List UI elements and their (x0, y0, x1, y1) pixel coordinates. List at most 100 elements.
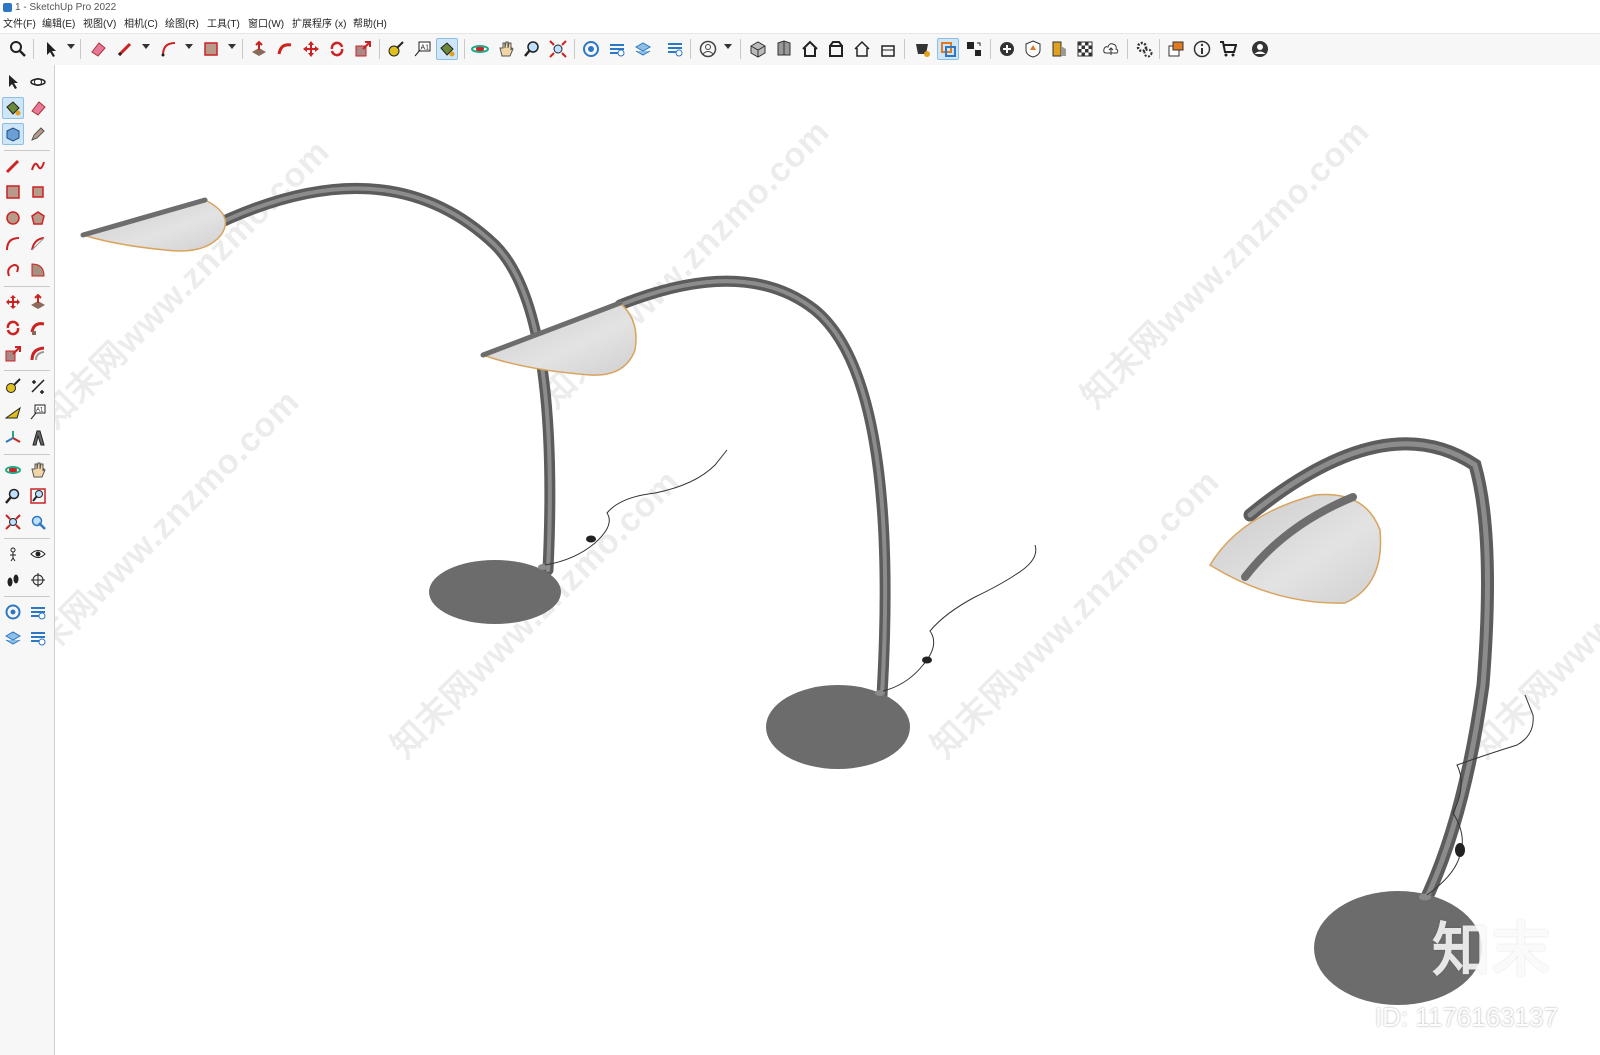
previous-view-icon[interactable] (27, 511, 49, 533)
menu-file[interactable]: 文件(F) (3, 16, 36, 33)
two-point-arc-icon[interactable] (2, 259, 24, 281)
walk-icon[interactable] (2, 569, 24, 591)
section-plane-icon[interactable] (27, 569, 49, 591)
polygon-icon[interactable] (27, 207, 49, 229)
tape-measure-icon[interactable] (385, 38, 407, 60)
eraser-icon[interactable] (27, 97, 49, 119)
zoom-icon[interactable] (7, 38, 29, 60)
layout-icon[interactable] (2, 627, 24, 649)
3d-text-icon[interactable] (27, 427, 49, 449)
follow-me-icon[interactable] (274, 38, 296, 60)
zoom-icon[interactable] (2, 485, 24, 507)
paint-bucket-icon[interactable] (2, 97, 24, 119)
scale-icon[interactable] (352, 38, 374, 60)
styles-icon[interactable] (27, 627, 49, 649)
rectangle-icon[interactable] (2, 181, 24, 203)
orbit-icon[interactable] (27, 71, 49, 93)
rotate-icon[interactable] (2, 317, 24, 339)
menu-draw[interactable]: 绘图(R) (165, 16, 199, 33)
three-point-arc-icon[interactable] (27, 259, 49, 281)
axes-icon[interactable] (2, 427, 24, 449)
position-camera-icon[interactable] (2, 543, 24, 565)
component-icon[interactable] (2, 123, 24, 145)
text-icon[interactable]: A1 (411, 38, 433, 60)
arc-dropdown-icon[interactable] (185, 44, 193, 49)
zoom-tool-icon[interactable] (521, 38, 543, 60)
move-icon[interactable] (300, 38, 322, 60)
pencil-icon[interactable] (114, 38, 136, 60)
push-pull-icon[interactable] (248, 38, 270, 60)
solid-tools-icon[interactable] (911, 38, 933, 60)
info-icon[interactable] (1191, 38, 1213, 60)
section-display-icon[interactable] (963, 38, 985, 60)
pencil-dropdown-icon[interactable] (142, 44, 150, 49)
rotated-rectangle-icon[interactable] (27, 181, 49, 203)
layout-icon[interactable] (632, 38, 654, 60)
user-dropdown-icon[interactable] (724, 44, 732, 49)
pan-icon[interactable] (27, 459, 49, 481)
arc-icon[interactable] (2, 233, 24, 255)
user-icon[interactable] (697, 38, 719, 60)
top-view-icon[interactable] (773, 38, 795, 60)
rectangle-dropdown-icon[interactable] (228, 44, 236, 49)
menu-extensions[interactable]: 扩展程序 (x) (292, 16, 346, 33)
pencil-icon[interactable] (2, 155, 24, 177)
orbit-tool-icon[interactable] (2, 459, 24, 481)
left-view-icon[interactable] (877, 38, 899, 60)
warehouse-icon[interactable] (2, 601, 24, 623)
freehand-icon[interactable] (27, 155, 49, 177)
menu-tools[interactable]: 工具(T) (207, 16, 240, 33)
circle-icon[interactable] (2, 207, 24, 229)
account-icon[interactable] (1249, 38, 1271, 60)
pan-icon[interactable] (495, 38, 517, 60)
right-view-icon[interactable] (825, 38, 847, 60)
pie-icon[interactable] (27, 233, 49, 255)
menu-camera[interactable]: 相机(C) (124, 16, 158, 33)
rotate-icon[interactable] (326, 38, 348, 60)
push-pull-icon[interactable] (27, 291, 49, 313)
tag-icon[interactable] (27, 123, 49, 145)
sandbox-icon[interactable] (1022, 38, 1044, 60)
protractor-icon[interactable] (2, 401, 24, 423)
select-icon[interactable] (2, 71, 24, 93)
add-location-icon[interactable] (996, 38, 1018, 60)
rectangle-icon[interactable] (200, 38, 222, 60)
scale-icon[interactable] (2, 343, 24, 365)
extension-warehouse-icon[interactable] (27, 601, 49, 623)
toolbar-separator (740, 39, 741, 59)
menu-view[interactable]: 视图(V) (83, 16, 116, 33)
front-view-icon[interactable] (799, 38, 821, 60)
dimension-icon[interactable] (27, 375, 49, 397)
tape-measure-icon[interactable] (2, 375, 24, 397)
styles-icon[interactable] (664, 38, 686, 60)
move-icon[interactable] (2, 291, 24, 313)
look-around-icon[interactable] (27, 543, 49, 565)
zoom-extents-icon[interactable] (547, 38, 569, 60)
warehouse-icon[interactable] (580, 38, 602, 60)
eraser-icon[interactable] (87, 38, 109, 60)
section-plane-icon[interactable] (937, 38, 959, 60)
settings-icon[interactable] (1133, 38, 1155, 60)
back-view-icon[interactable] (851, 38, 873, 60)
menu-window[interactable]: 窗口(W) (248, 16, 284, 33)
orbit-icon[interactable] (469, 38, 491, 60)
cloud-icon[interactable] (1100, 38, 1122, 60)
select-dropdown-icon[interactable] (67, 44, 75, 49)
follow-me-icon[interactable] (27, 317, 49, 339)
zoom-window-icon[interactable] (27, 485, 49, 507)
arc-icon[interactable] (158, 38, 180, 60)
shadows-icon[interactable] (1048, 38, 1070, 60)
select-icon[interactable] (40, 38, 62, 60)
offset-icon[interactable] (27, 343, 49, 365)
paint-bucket-icon[interactable] (436, 38, 458, 60)
iso-view-icon[interactable] (747, 38, 769, 60)
menu-edit[interactable]: 编辑(E) (42, 16, 75, 33)
fog-icon[interactable] (1074, 38, 1096, 60)
scenes-icon[interactable] (1165, 38, 1187, 60)
text-icon[interactable]: A1 (27, 401, 49, 423)
cart-icon[interactable] (1217, 38, 1239, 60)
extension-warehouse-icon[interactable] (606, 38, 628, 60)
menu-help[interactable]: 帮助(H) (353, 16, 387, 33)
3d-viewport[interactable]: 知末网www.znzmo.com 知末网www.znzmo.com 知末网www… (55, 65, 1600, 1055)
zoom-extents-icon[interactable] (2, 511, 24, 533)
